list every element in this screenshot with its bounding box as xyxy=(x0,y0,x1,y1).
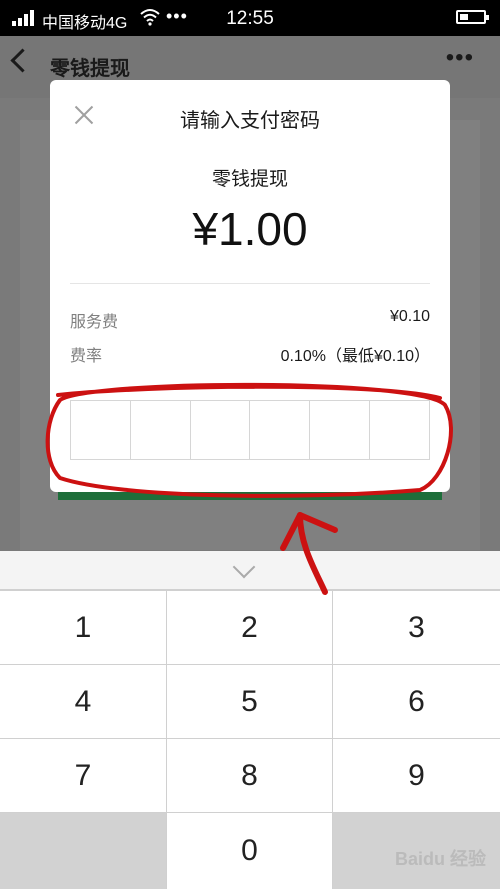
clock: 12:55 xyxy=(226,8,274,29)
rate-value: 0.10%（最低¥0.10） xyxy=(280,348,430,365)
divider xyxy=(70,283,430,284)
key-1[interactable]: 1 xyxy=(0,591,166,664)
payment-amount: ¥1.00 xyxy=(192,203,308,255)
key-6[interactable]: 6 xyxy=(333,665,500,738)
chevron-down-icon[interactable] xyxy=(232,555,256,579)
dialog-title: 请输入支付密码 xyxy=(180,110,320,132)
password-cell[interactable] xyxy=(310,401,371,459)
more-menu-icon[interactable]: ••• xyxy=(446,44,474,72)
page-title: 零钱提现 xyxy=(50,58,130,80)
password-cell[interactable] xyxy=(191,401,251,459)
key-9[interactable]: 9 xyxy=(333,739,500,812)
password-input[interactable] xyxy=(70,400,430,460)
watermark-logo: Baidu 经验 xyxy=(394,849,486,869)
payment-subject: 零钱提现 xyxy=(211,169,288,190)
fee-label: 服务费 xyxy=(70,314,119,331)
key-4[interactable]: 4 xyxy=(0,665,166,738)
back-icon[interactable] xyxy=(10,48,35,73)
key-8[interactable]: 8 xyxy=(167,739,332,812)
key-blank xyxy=(0,813,166,889)
fee-value: ¥0.10 xyxy=(389,308,430,325)
payment-password-dialog: 请输入支付密码 零钱提现 ¥1.00 服务费 ¥0.10 费率 0.10%（最低… xyxy=(50,80,450,492)
key-3[interactable]: 3 xyxy=(333,591,500,664)
numeric-keypad: 1 2 3 4 5 6 7 8 9 0 xyxy=(0,551,500,889)
key-5[interactable]: 5 xyxy=(167,665,332,738)
key-2[interactable]: 2 xyxy=(167,591,332,664)
key-0[interactable]: 0 xyxy=(167,813,332,889)
password-cell[interactable] xyxy=(131,401,191,459)
key-7[interactable]: 7 xyxy=(0,739,166,812)
password-cell[interactable] xyxy=(71,401,131,459)
rate-row: 费率 0.10%（最低¥0.10） xyxy=(70,342,430,366)
status-bar: 中国移动4G ••• 12:55 xyxy=(0,0,500,36)
rate-label: 费率 xyxy=(70,348,103,365)
fee-row: 服务费 ¥0.10 xyxy=(70,308,430,332)
password-cell[interactable] xyxy=(370,401,429,459)
battery-icon xyxy=(456,10,489,24)
password-cell[interactable] xyxy=(250,401,311,459)
keypad-collapse-bar[interactable] xyxy=(0,551,500,589)
